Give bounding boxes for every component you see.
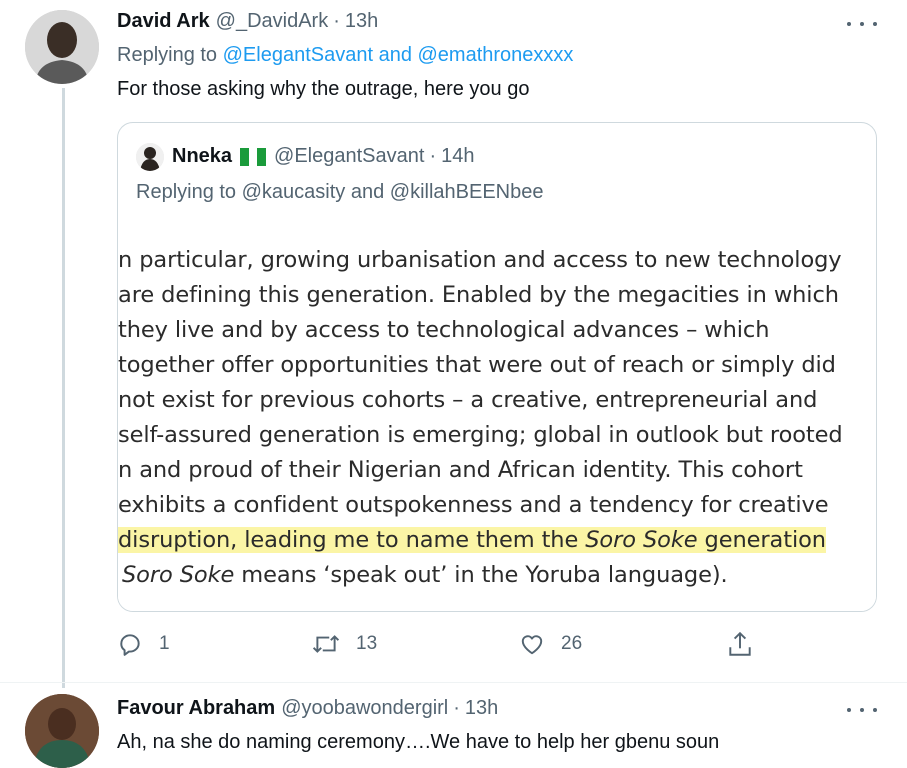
image-text-line: self-assured generation is emerging; glo… [118,422,843,448]
author-handle[interactable]: @_DavidArk [216,10,329,33]
image-text-line: are defining this generation. Enabled by… [118,282,839,308]
image-text-line: they live and by access to technological… [118,317,770,343]
image-text-line: n particular, growing urbanisation and a… [118,247,842,273]
hl-pre: disruption, leading me to name them the [118,527,586,553]
retweet-icon [312,635,340,653]
quoted-text-image[interactable]: n particular, growing urbanisation and a… [118,233,876,611]
separator-dot: · [333,10,340,32]
retweet-count: 13 [356,633,378,654]
reply-button[interactable]: 1 [117,631,170,657]
quote-author-handle: @ElegantSavant [274,145,425,167]
avatar-favour-abraham[interactable] [25,694,99,768]
avatar-image [25,694,99,768]
quote-avatar [136,143,164,171]
author-name[interactable]: David Ark [117,10,210,33]
avatar-david-ark[interactable] [25,10,99,84]
author-name[interactable]: Favour Abraham [117,697,275,720]
reply-count: 1 [159,633,170,654]
separator-dot: · [453,697,460,719]
separator-dot: · [429,145,437,167]
highlighted-text-line: disruption, leading me to name them the … [118,527,826,553]
like-count: 26 [561,633,583,654]
replying-links[interactable]: @ElegantSavant and @emathronexxxx [223,44,574,66]
nigeria-flag-icon [240,147,267,166]
tweet-time[interactable]: 13h [345,10,378,33]
avatar-image [25,10,99,84]
avatar-image [136,143,164,171]
quote-replying-to: Replying to @kaucasity and @killahBEENbe… [136,181,544,203]
quote-time: 14h [441,145,475,167]
replying-to: Replying to @ElegantSavant and @emathron… [117,44,573,67]
last-post: means ‘speak out’ in the Yoruba language… [234,562,728,588]
hl-em: Soro Soke [585,527,698,553]
hl-post: generation [697,527,826,553]
quoted-tweet[interactable]: Nneka @ElegantSavant · 14h Replying to @… [117,122,877,612]
image-text-line: together offer opportunities that were o… [118,352,836,378]
thread-line [62,88,65,688]
author-handle[interactable]: @yoobawondergirl [281,697,448,720]
more-icon[interactable] [847,705,877,715]
reply-icon [120,634,140,656]
image-text-line: exhibits a confident outspokenness and a… [118,492,829,518]
image-text-line: not exist for previous cohorts – a creat… [118,387,818,413]
last-em: Soro Soke [122,562,235,588]
tweet2-header: Favour Abraham @yoobawondergirl · 13h [117,697,498,720]
like-button[interactable]: 26 [519,631,582,657]
quote-header: Nneka @ElegantSavant · 14h [172,145,474,168]
retweet-button[interactable]: 13 [312,631,377,657]
share-button[interactable] [727,630,753,658]
share-icon [729,631,751,656]
more-icon[interactable] [847,19,877,29]
image-text-line: Soro Soke means ‘speak out’ in the Yorub… [122,562,728,588]
replying-prefix: Replying to [117,44,218,66]
image-text-line: n and proud of their Nigerian and Africa… [118,457,803,483]
tweet1-header: David Ark @_DavidArk · 13h [117,10,378,33]
quote-author-name: Nneka [172,145,233,167]
tweet-time[interactable]: 13h [465,697,498,720]
heart-icon [521,635,543,655]
tweet-text: Ah, na she do naming ceremony….We have t… [117,731,720,753]
tweet-text: For those asking why the outrage, here y… [117,78,530,100]
divider [0,682,907,683]
